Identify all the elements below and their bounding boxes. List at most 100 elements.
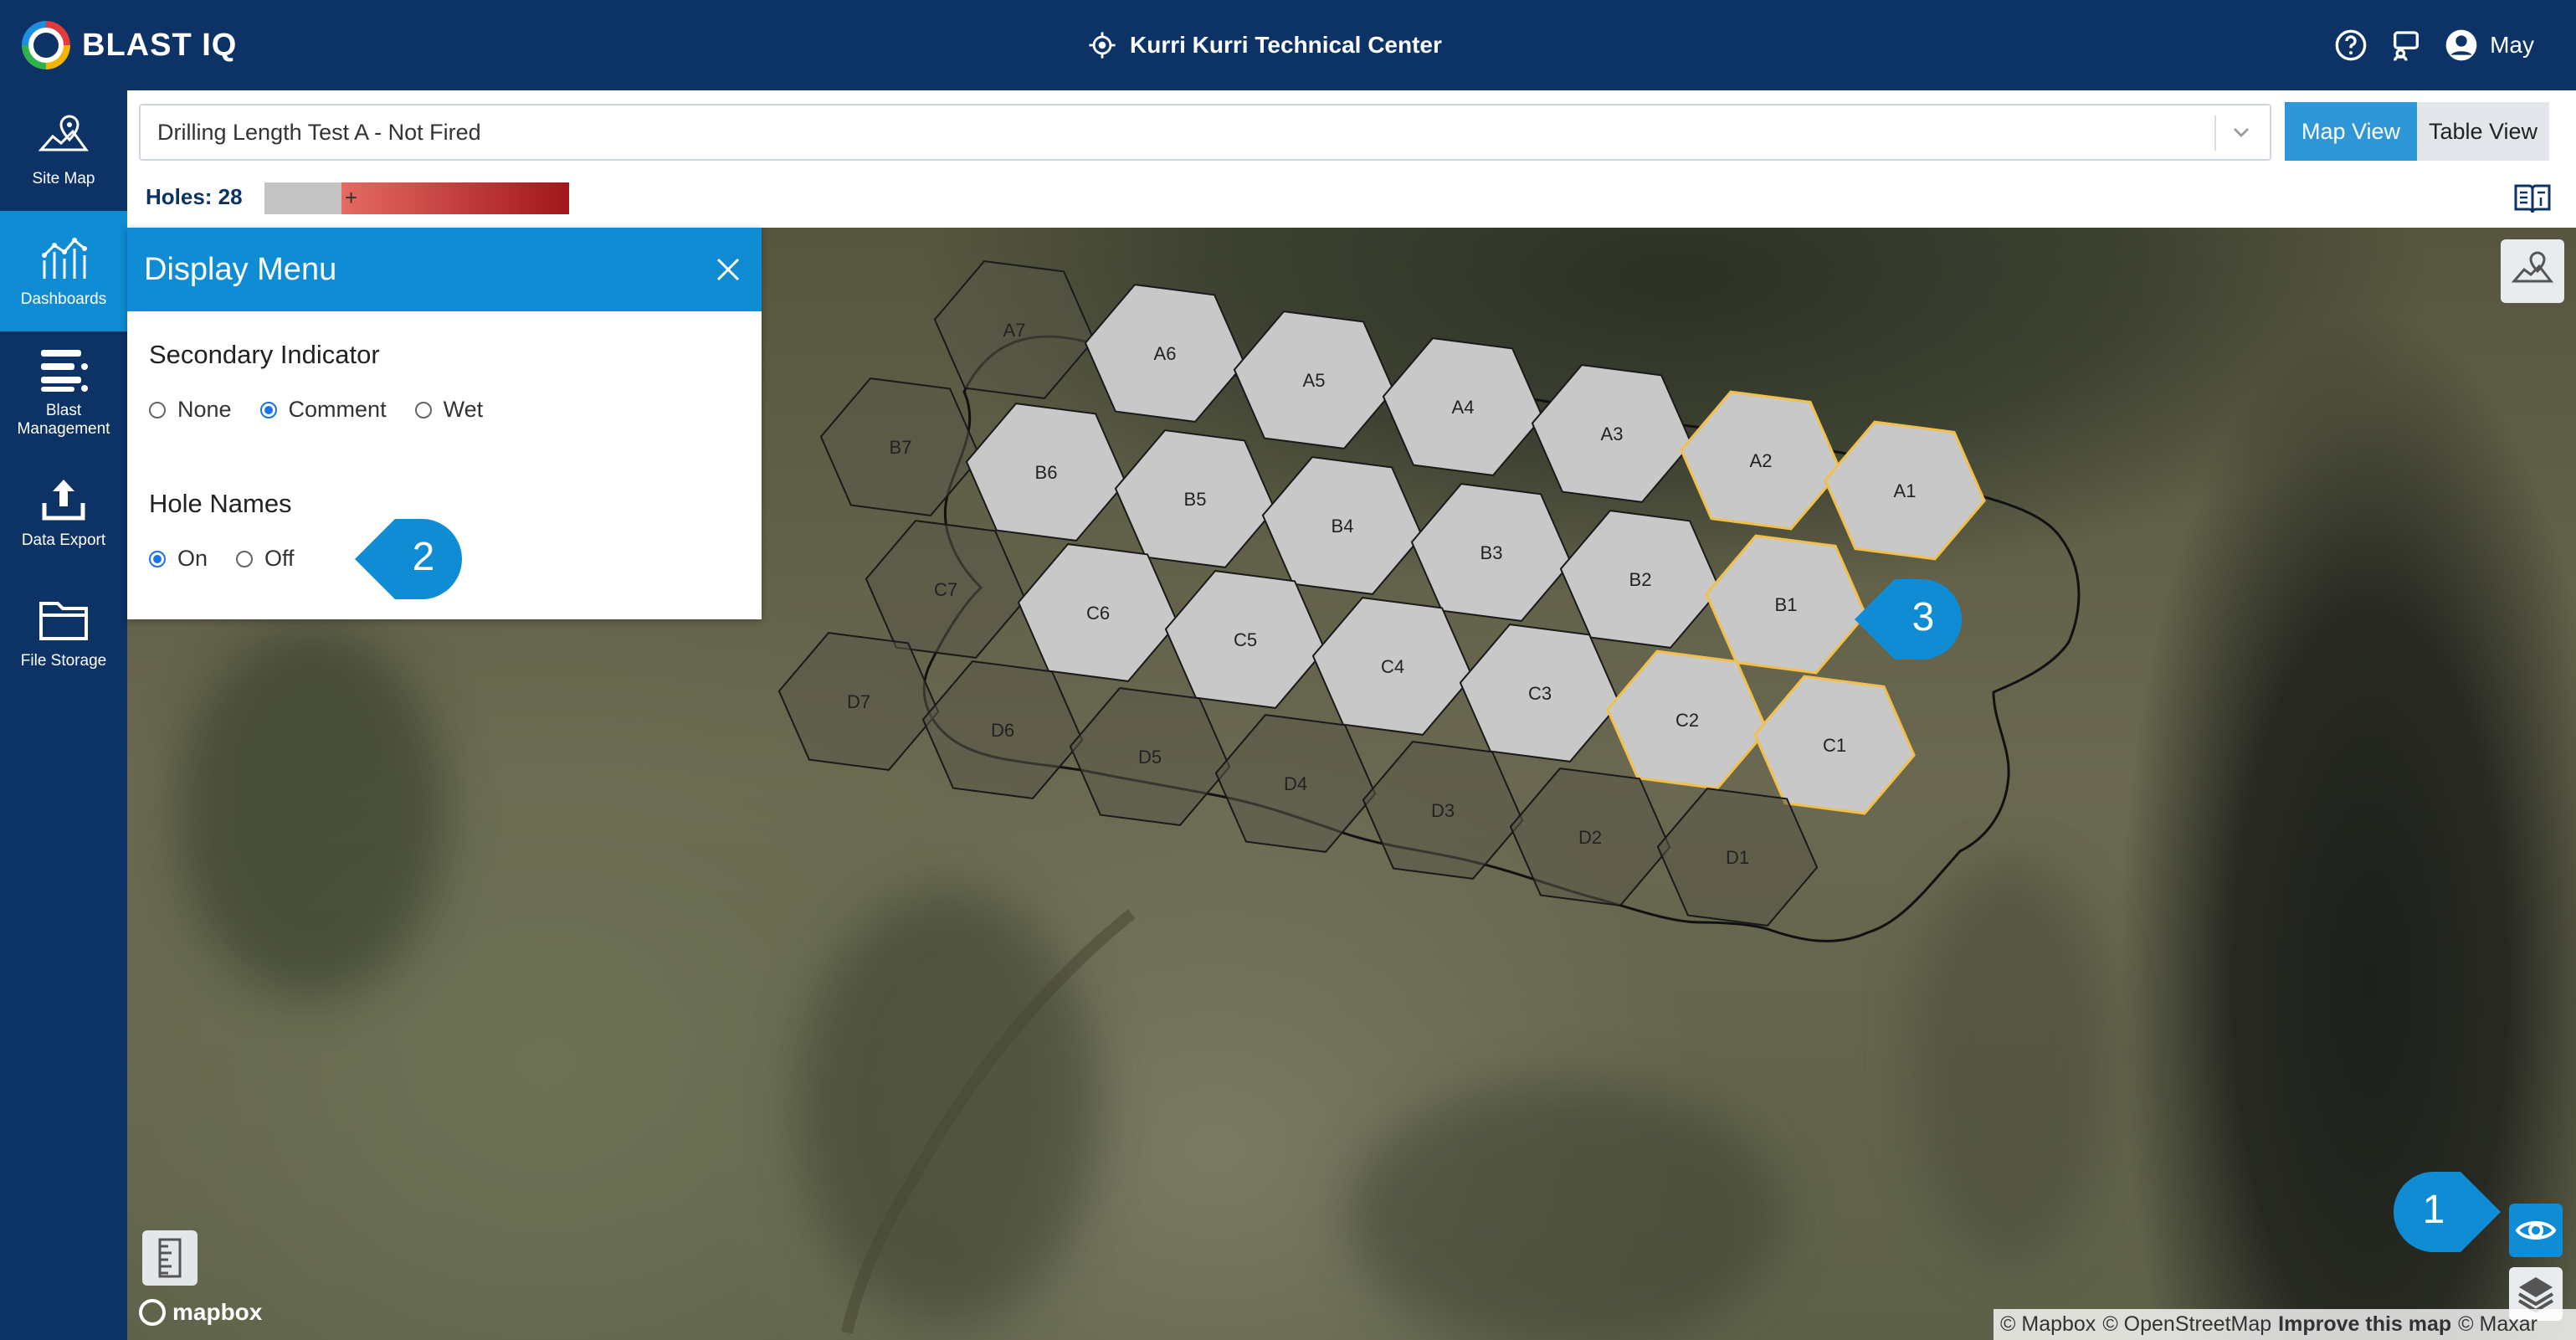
blast-select[interactable]: Drilling Length Test A - Not Fired [139,104,2271,161]
chevron-down-icon[interactable] [2228,119,2255,146]
hole-label: A3 [1601,424,1624,444]
radio-circle [236,550,254,567]
hole-label: C2 [1675,710,1699,731]
radio-none[interactable]: None [149,397,232,423]
radio-label: None [177,397,232,422]
radio-comment[interactable]: Comment [259,397,387,423]
secondary-indicator-options: None Comment Wet [149,397,483,423]
ruler-icon [158,1238,182,1278]
sidebar: Site Map Dashboards Blast Management Dat… [0,90,127,1340]
display-menu-header: Display Menu [127,228,762,311]
hole-label: B1 [1775,594,1798,615]
hole-label: B5 [1184,489,1207,510]
hole-label: D1 [1726,847,1749,868]
sidebar-item-label: Dashboards [20,290,107,308]
legend-gradient: + [341,182,569,214]
user-menu[interactable]: May [2445,28,2534,62]
attribution-osm[interactable]: © OpenStreetMap [2102,1312,2271,1337]
blast-select-value: Drilling Length Test A - Not Fired [157,119,481,145]
hole-label: B2 [1629,569,1652,590]
display-menu-button[interactable] [2509,1204,2563,1257]
radio-on[interactable]: On [149,546,208,572]
callout-number: 1 [2422,1188,2445,1232]
table-view-button[interactable]: Table View [2417,102,2549,161]
hole-label: B3 [1480,542,1503,563]
callout-number: 3 [1911,595,1935,639]
close-icon[interactable] [711,253,745,286]
hole-names-options: On Off [149,546,295,572]
callout-number: 2 [412,535,435,579]
sidebar-item-file-storage[interactable]: File Storage [0,572,127,693]
eye-icon [2515,1221,2557,1240]
hole-label: D3 [1431,800,1455,821]
hole-label: B4 [1332,516,1354,537]
radio-circle [149,550,166,567]
sidebar-item-site-map[interactable]: Site Map [0,90,127,211]
sidebar-item-dashboards[interactable]: Dashboards [0,211,127,331]
colour-legend[interactable]: + [264,182,569,214]
legend-book-icon[interactable] [2512,182,2553,216]
radio-circle [149,401,166,418]
improve-map-link[interactable]: Improve this map [2278,1312,2451,1337]
logo-mark-icon [22,21,70,69]
user-name: May [2490,32,2534,58]
site-map-toggle-button[interactable] [2501,239,2564,303]
hole-label: D5 [1138,747,1162,768]
map-layers-pin-icon [2511,251,2554,283]
hole-names-heading: Hole Names [149,489,292,518]
hole-label: B7 [890,437,912,458]
help-icon[interactable] [2334,28,2368,62]
display-menu-title: Display Menu [144,251,337,287]
hole-label: A1 [1894,480,1917,501]
site-selector[interactable]: Kurri Kurri Technical Center [1088,25,1442,65]
list-icon [41,350,88,392]
view-toggle: Map View Table View [2285,102,2549,161]
user-avatar-icon [2445,29,2477,61]
radio-label: On [177,546,208,571]
hole-label: B6 [1035,462,1058,483]
support-chat-icon[interactable] [2389,28,2423,62]
callout-2: 2 [355,516,465,603]
blastiq-logo[interactable]: BLAST IQ [22,20,237,70]
radio-label: Off [264,546,295,571]
hole-label: A2 [1750,450,1773,471]
hole-label: C4 [1381,656,1404,677]
sidebar-item-data-export[interactable]: Data Export [0,452,127,572]
attribution-mapbox[interactable]: © Mapbox [2000,1312,2096,1337]
callout-1: 1 [2390,1168,2501,1255]
mapbox-logo[interactable]: mapbox [139,1299,262,1326]
hole-label: C3 [1528,683,1552,704]
hole-label: A7 [1003,320,1026,341]
radio-circle [414,401,432,418]
mapbox-logo-icon [139,1299,166,1326]
map-attribution: © Mapbox © OpenStreetMap Improve this ma… [1994,1309,2576,1340]
radio-label: Comment [288,397,387,422]
brand-name: BLAST IQ [82,27,238,63]
mapbox-logo-text: mapbox [172,1299,263,1325]
legend-plus: + [345,185,358,210]
sidebar-item-label: Blast Management [17,402,110,438]
hole-label: D4 [1284,773,1307,794]
holes-count: Holes: 28 [146,184,243,209]
hole-label: C7 [934,579,957,600]
upload-icon [42,480,85,521]
sidebar-item-label: File Storage [20,652,107,670]
location-target-icon [1089,32,1116,59]
hole-label: A4 [1452,397,1475,418]
attribution-maxar[interactable]: © Maxar [2458,1312,2538,1337]
blast-toolbar: Drilling Length Test A - Not Fired Map V… [127,90,2576,228]
ruler-tool-button[interactable] [142,1230,198,1286]
map-pin-icon [38,115,89,151]
sidebar-item-label: Data Export [21,531,106,549]
hole-label: D6 [991,720,1014,741]
map-view-button[interactable]: Map View [2285,102,2417,161]
radio-wet[interactable]: Wet [414,397,483,423]
radio-off[interactable]: Off [236,546,295,572]
top-bar: BLAST IQ Kurri Kurri Technical Center Ma… [0,0,2576,90]
dashboard-icon [42,238,87,279]
sidebar-item-label: Site Map [32,170,95,187]
sidebar-item-blast-management[interactable]: Blast Management [0,331,127,452]
callout-3: 3 [1855,576,1965,663]
legend-no-data [264,182,341,214]
hole-label: D7 [847,691,870,712]
